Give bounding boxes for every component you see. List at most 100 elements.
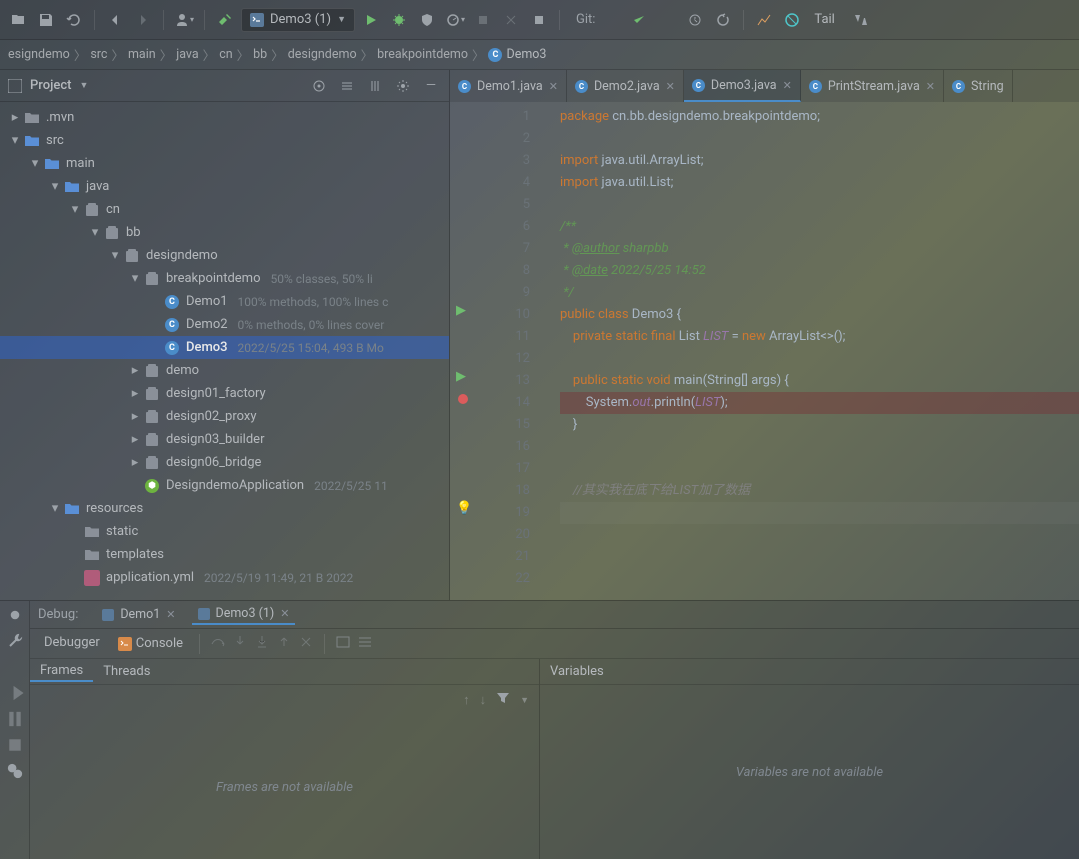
breadcrumb-item[interactable]: cn [219,47,232,62]
resume-icon[interactable] [5,683,25,703]
editor-gutter[interactable]: 12345678910111213141516171819202122 [478,102,540,600]
code-line[interactable]: * @author sharpbb [560,238,1079,260]
run-gutter-icon[interactable]: ▶ [456,369,466,384]
breadcrumb-item[interactable]: src [90,47,107,62]
line-number[interactable]: 12 [478,348,530,370]
up-icon[interactable]: ↑ [463,692,470,708]
tree-row-design03-builder[interactable]: ▸design03_builder [0,428,449,451]
expand-icon[interactable] [337,76,357,96]
translate-icon[interactable] [849,8,873,32]
down-icon[interactable]: ↓ [480,692,487,708]
code-line[interactable]: import java.util.List; [560,172,1079,194]
tree-row-design02-proxy[interactable]: ▸design02_proxy [0,405,449,428]
tree-row-breakpointdemo[interactable]: ▾breakpointdemo50% classes, 50% li [0,267,449,290]
line-number[interactable]: 8 [478,260,530,282]
tree-row-application-yml[interactable]: application.yml2022/5/19 11:49, 21 B 202… [0,566,449,589]
line-number[interactable]: 4 [478,172,530,194]
line-number[interactable]: 17 [478,458,530,480]
git-commit-icon[interactable] [627,8,651,32]
breadcrumb-item[interactable]: java [176,47,198,62]
collapse-icon[interactable] [365,76,385,96]
line-number[interactable]: 14 [478,392,530,414]
tree-row-templates[interactable]: templates [0,543,449,566]
chevron-right-icon[interactable]: ▸ [128,456,142,470]
line-number[interactable]: 19 [478,502,530,524]
code-line[interactable]: /** [560,216,1079,238]
chevron-down-icon[interactable]: ▾ [48,502,62,516]
code-line[interactable] [560,194,1079,216]
code-line[interactable] [560,348,1079,370]
editor-tab[interactable]: CDemo3.java✕ [684,70,801,102]
chevron-down-icon[interactable]: ▼ [79,80,88,91]
code-line[interactable] [560,436,1079,458]
breadcrumb-item[interactable]: breakpointdemo [377,47,468,62]
tree-row-cn[interactable]: ▾cn [0,198,449,221]
tree-row-java[interactable]: ▾java [0,175,449,198]
bug-icon[interactable] [5,605,25,625]
minimize-icon[interactable]: — [421,76,441,96]
line-number[interactable]: 3 [478,150,530,172]
profiler-icon[interactable]: ▾ [443,8,467,32]
git-history-icon[interactable] [683,8,707,32]
tree-row-src[interactable]: ▾src [0,129,449,152]
code-line[interactable]: import java.util.ArrayList; [560,150,1079,172]
chevron-down-icon[interactable]: ▾ [108,249,122,263]
wrench-icon[interactable] [5,631,25,651]
tree-row--mvn[interactable]: ▸.mvn [0,106,449,129]
frames-tab[interactable]: Frames [30,661,93,682]
debug-icon[interactable] [387,8,411,32]
line-number[interactable]: 18 [478,480,530,502]
chevron-down-icon[interactable]: ▾ [128,272,142,286]
line-number[interactable]: 6 [478,216,530,238]
attach-icon[interactable] [471,8,495,32]
stop2-icon[interactable] [5,735,25,755]
line-number[interactable]: 13 [478,370,530,392]
locate-icon[interactable] [309,76,329,96]
tree-row-demo3[interactable]: CDemo32022/5/25 15:04, 493 B Mo [0,336,449,359]
breakpoint-icon[interactable] [458,394,468,404]
code-line[interactable] [560,502,1079,524]
breadcrumb-current[interactable]: CDemo3 [488,47,546,62]
run-gutter-icon[interactable]: ▶ [456,303,466,318]
code-line[interactable]: private static final List LIST = new Arr… [560,326,1079,348]
code-line[interactable] [560,128,1079,150]
tree-row-designdemo[interactable]: ▾designdemo [0,244,449,267]
more-icon[interactable] [357,634,373,654]
tree-row-static[interactable]: static [0,520,449,543]
line-number[interactable]: 22 [478,568,530,590]
back-icon[interactable] [103,8,127,32]
step-into-icon[interactable] [232,634,248,654]
code-line[interactable]: //其实我在底下给LIST加了数据 [560,480,1079,502]
drop-frame-icon[interactable] [298,634,314,654]
close-icon[interactable]: ✕ [549,80,558,93]
close-icon[interactable]: ✕ [926,80,935,93]
close-icon[interactable]: ✕ [666,80,675,93]
line-number[interactable]: 10 [478,304,530,326]
code-line[interactable]: */ [560,282,1079,304]
chevron-right-icon[interactable]: ▸ [128,410,142,424]
hammer-icon[interactable] [213,8,237,32]
code-line[interactable]: System.out.println(LIST); [560,392,1079,414]
tree-row-resources[interactable]: ▾resources [0,497,449,520]
line-number[interactable]: 15 [478,414,530,436]
code-line[interactable]: public static void main(String[] args) { [560,370,1079,392]
editor-body[interactable]: ▶▶💡 12345678910111213141516171819202122 … [450,102,1079,600]
code-line[interactable] [560,524,1079,546]
save-icon[interactable] [34,8,58,32]
chevron-down-icon[interactable]: ▾ [48,180,62,194]
profile-icon[interactable]: ▾ [172,8,196,32]
tree-row-designdemoapplication[interactable]: ⬢DesigndemoApplication2022/5/25 11 [0,474,449,497]
threads-tab[interactable]: Threads [93,662,160,681]
project-title[interactable]: Project [30,78,71,93]
tail-label[interactable]: Tail [814,12,834,27]
breadcrumb-item[interactable]: main [128,47,156,62]
git-rollback-icon[interactable] [711,8,735,32]
close-icon[interactable]: ✕ [166,608,175,621]
code-line[interactable] [560,458,1079,480]
run-config-select[interactable]: Demo3 (1) ▼ [241,8,355,32]
tree-row-bb[interactable]: ▾bb [0,221,449,244]
chevron-right-icon[interactable]: ▸ [128,364,142,378]
close-icon[interactable]: ✕ [280,607,289,620]
line-number[interactable]: 7 [478,238,530,260]
tree-row-design01-factory[interactable]: ▸design01_factory [0,382,449,405]
